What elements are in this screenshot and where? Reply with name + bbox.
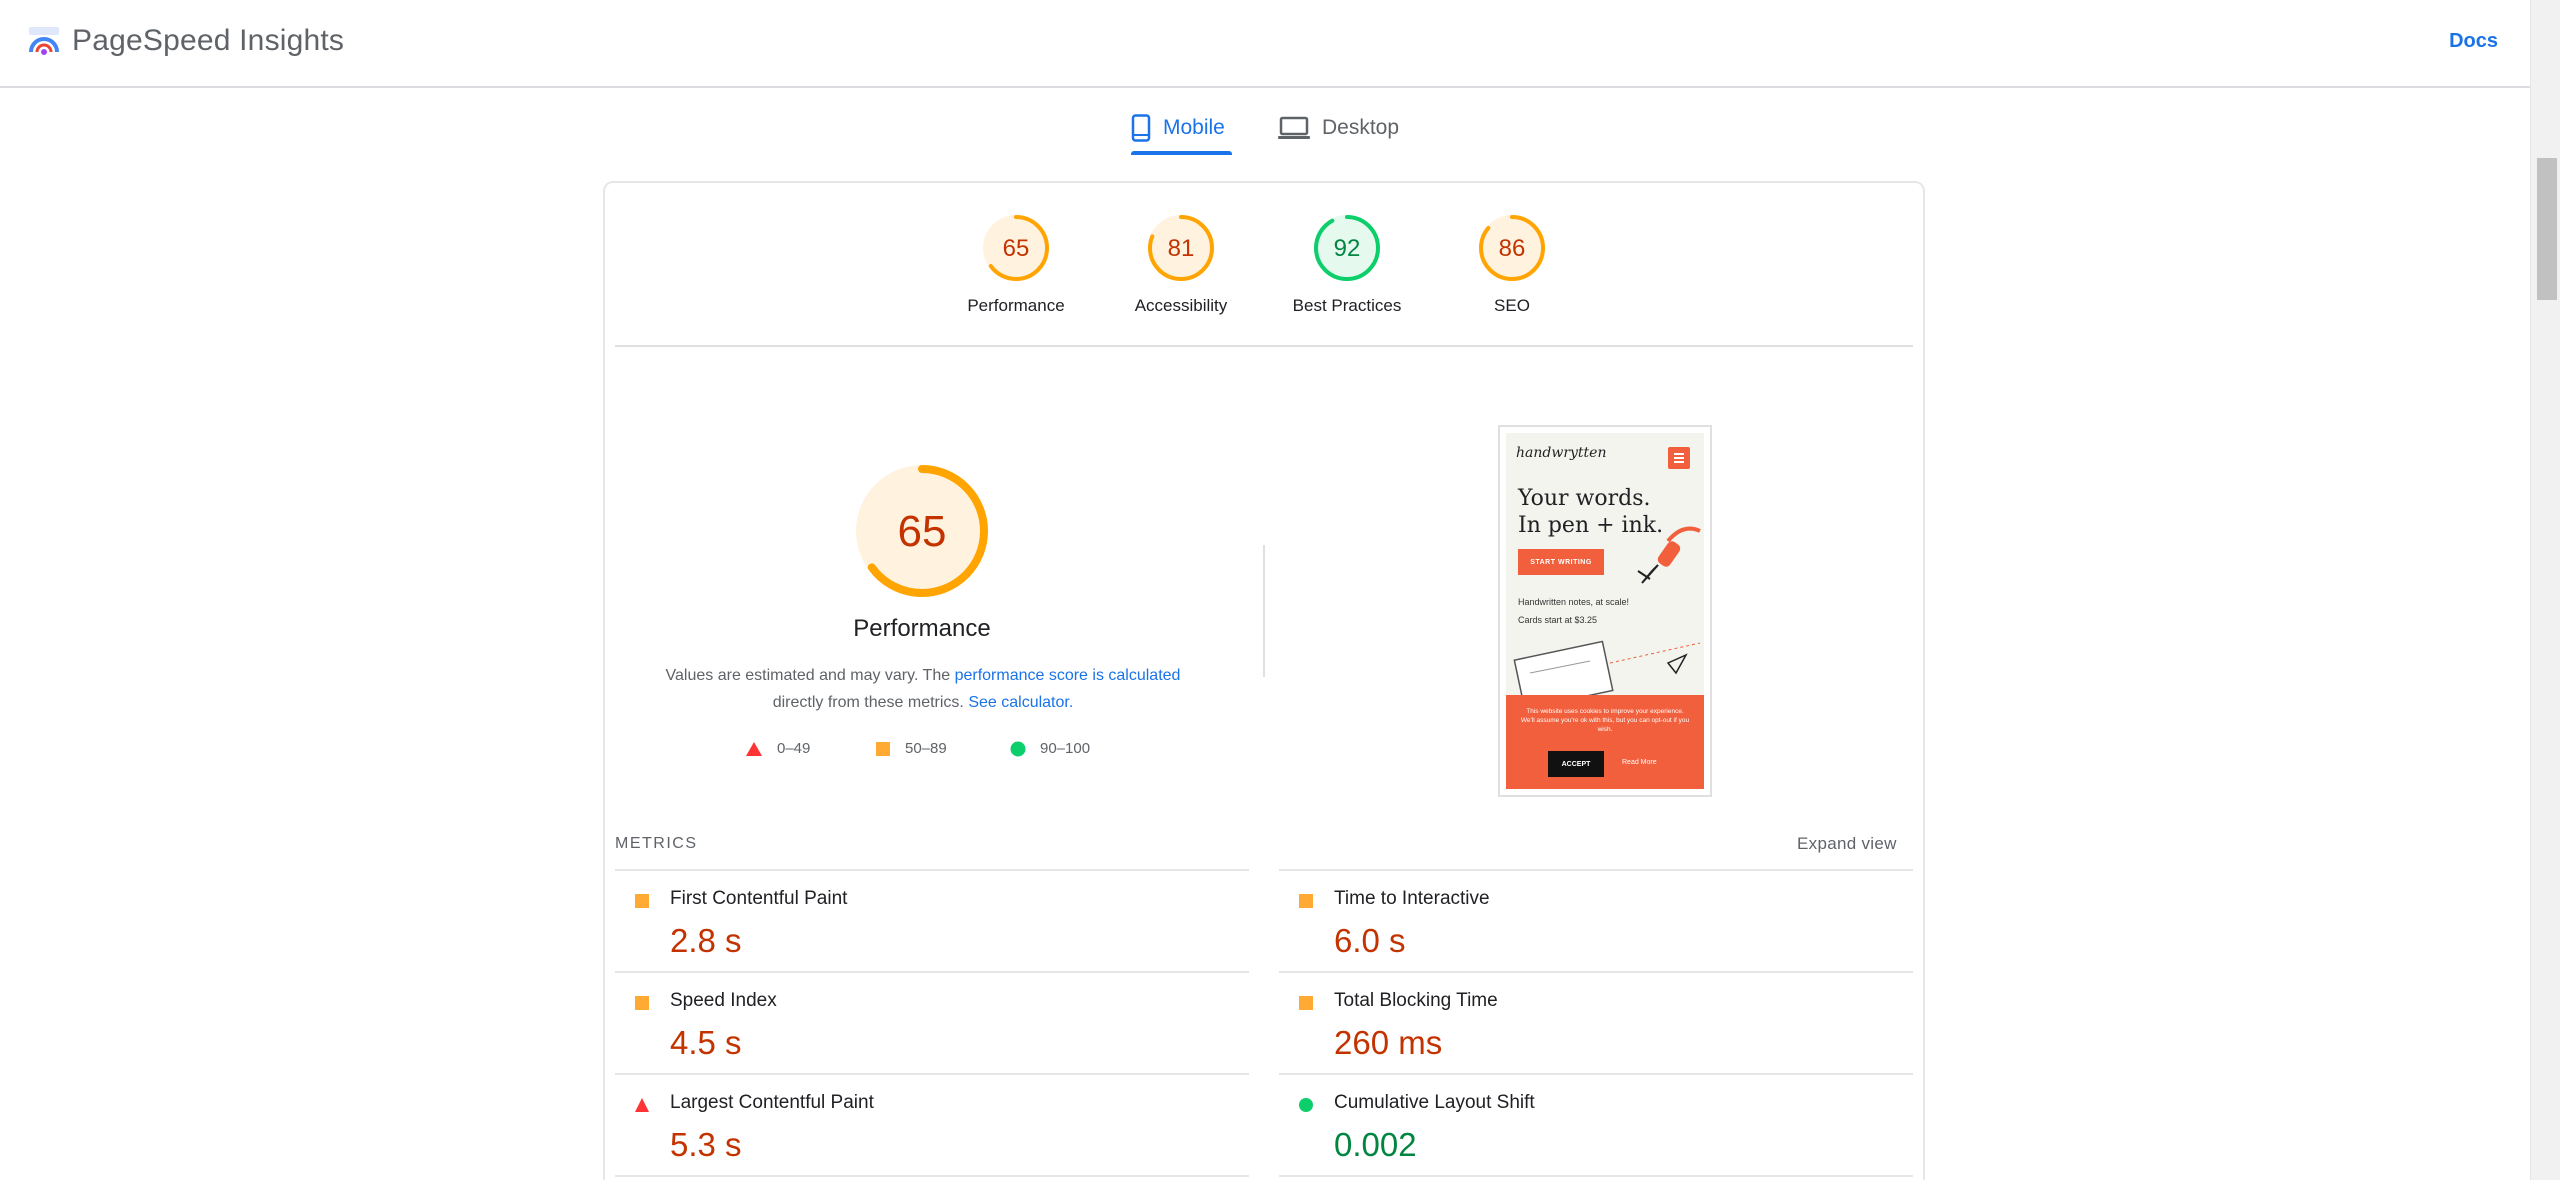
performance-big-gauge: 65 bbox=[856, 465, 988, 597]
screenshot-brand: handwrytten bbox=[1516, 445, 1607, 461]
cookie-read-more: Read More bbox=[1622, 759, 1657, 766]
divider bbox=[615, 1175, 1249, 1177]
gauge-seo[interactable]: 86 SEO bbox=[1427, 212, 1597, 316]
hamburger-menu-icon bbox=[1668, 447, 1690, 469]
metric-label: Total Blocking Time bbox=[1334, 990, 1498, 1011]
metric-value: 2.8 s bbox=[670, 922, 742, 959]
cookie-text: This website uses cookies to improve you… bbox=[1520, 708, 1690, 733]
metric-value: 5.3 s bbox=[670, 1126, 742, 1163]
headline-line: Your words. bbox=[1518, 486, 1651, 511]
gauge-score: 65 bbox=[1003, 235, 1030, 262]
tab-desktop-label: Desktop bbox=[1322, 116, 1400, 139]
metric-value: 260 ms bbox=[1334, 1024, 1443, 1061]
legend-fail: 0–49 bbox=[745, 740, 810, 757]
performance-score: 65 bbox=[898, 507, 947, 556]
score-calculated-link[interactable]: performance score is calculated bbox=[955, 667, 1181, 684]
gauge-performance[interactable]: 65 Performance bbox=[931, 212, 1101, 316]
laptop-icon bbox=[1278, 116, 1310, 139]
score-gauge: 86 bbox=[1479, 215, 1545, 281]
see-calculator-link[interactable]: See calculator. bbox=[968, 694, 1073, 711]
square-icon bbox=[876, 741, 890, 756]
note-text: directly from these metrics. bbox=[772, 694, 969, 711]
divider bbox=[1279, 1175, 1913, 1177]
phone-icon bbox=[1131, 114, 1151, 142]
screenshot-copy: Handwritten notes, at scale! Cards start… bbox=[1518, 593, 1629, 629]
scrollbar-thumb[interactable] bbox=[2537, 158, 2557, 300]
score-legend: 0–49 50–89 90–100 bbox=[745, 740, 1145, 764]
legend-pass: 90–100 bbox=[1010, 740, 1090, 757]
metric-label: Speed Index bbox=[670, 990, 777, 1011]
score-gauge: 92 bbox=[1314, 215, 1380, 281]
vertical-divider bbox=[1263, 545, 1265, 677]
cookie-accept-button: ACCEPT bbox=[1548, 751, 1604, 777]
tab-mobile-label: Mobile bbox=[1163, 116, 1225, 139]
metric-value: 0.002 bbox=[1334, 1126, 1417, 1163]
gauge-best-practices[interactable]: 92 Best Practices bbox=[1262, 212, 1432, 316]
metric-cumulative-layout-shift: Cumulative Layout Shift 0.002 bbox=[1279, 1074, 1879, 1176]
gauge-score: 92 bbox=[1334, 235, 1361, 262]
pen-illustration-icon bbox=[1637, 526, 1701, 584]
gauge-label: SEO bbox=[1494, 296, 1530, 315]
copy-line: Handwritten notes, at scale! bbox=[1518, 597, 1630, 607]
tab-mobile[interactable]: Mobile bbox=[1131, 100, 1225, 156]
metric-value: 4.5 s bbox=[670, 1024, 742, 1061]
average-square-icon bbox=[1299, 996, 1313, 1010]
screenshot-cta: START WRITING bbox=[1518, 549, 1604, 575]
metric-label: Cumulative Layout Shift bbox=[1334, 1092, 1535, 1113]
legend-range: 0–49 bbox=[777, 740, 811, 757]
copy-line: Cards start at $3.25 bbox=[1518, 615, 1598, 625]
expand-view-button[interactable]: Expand view bbox=[1797, 834, 1897, 854]
gauge-label: Performance bbox=[967, 296, 1065, 315]
average-square-icon bbox=[1299, 894, 1313, 908]
metric-largest-contentful-paint: Largest Contentful Paint 5.3 s bbox=[615, 1074, 1215, 1176]
tab-desktop[interactable]: Desktop bbox=[1278, 100, 1399, 156]
note-text: Values are estimated and may vary. The bbox=[665, 667, 955, 684]
scrollbar[interactable] bbox=[2530, 0, 2560, 1180]
screenshot-content: handwrytten Your words. In pen + ink. ST… bbox=[1506, 433, 1704, 789]
cookie-banner: This website uses cookies to improve you… bbox=[1506, 695, 1704, 789]
score-gauge: 81 bbox=[1148, 215, 1214, 281]
gauge-label: Accessibility bbox=[1134, 296, 1228, 315]
average-square-icon bbox=[635, 894, 649, 908]
gauge-score: 86 bbox=[1499, 235, 1526, 262]
top-app-bar: PageSpeed Insights Docs bbox=[0, 0, 2530, 88]
docs-link[interactable]: Docs bbox=[2449, 30, 2498, 53]
app-title[interactable]: PageSpeed Insights bbox=[72, 24, 344, 58]
pass-circle-icon bbox=[1299, 1098, 1313, 1112]
section-divider bbox=[615, 345, 1913, 347]
performance-note: Values are estimated and may vary. The p… bbox=[640, 662, 1206, 716]
legend-average: 50–89 bbox=[875, 740, 947, 757]
score-gauge: 65 bbox=[983, 215, 1049, 281]
active-tab-indicator bbox=[1131, 151, 1232, 155]
metric-label: Largest Contentful Paint bbox=[670, 1092, 874, 1113]
metrics-heading: METRICS bbox=[615, 835, 698, 852]
metric-label: First Contentful Paint bbox=[670, 888, 848, 909]
metric-speed-index: Speed Index 4.5 s bbox=[615, 972, 1215, 1074]
legend-range: 90–100 bbox=[1040, 740, 1091, 757]
card-illustration-icon bbox=[1513, 640, 1700, 697]
circle-icon bbox=[1010, 741, 1026, 756]
average-square-icon bbox=[635, 996, 649, 1010]
fail-triangle-icon bbox=[635, 1098, 649, 1112]
metric-time-to-interactive: Time to Interactive 6.0 s bbox=[1279, 870, 1879, 972]
metric-label: Time to Interactive bbox=[1334, 888, 1490, 909]
metric-total-blocking-time: Total Blocking Time 260 ms bbox=[1279, 972, 1879, 1074]
legend-range: 50–89 bbox=[905, 740, 947, 757]
gauge-accessibility[interactable]: 81 Accessibility bbox=[1096, 212, 1266, 316]
gauge-score: 81 bbox=[1168, 235, 1195, 262]
triangle-icon bbox=[746, 741, 762, 756]
gauge-label: Best Practices bbox=[1292, 296, 1402, 315]
performance-title: Performance bbox=[853, 615, 991, 642]
page-screenshot[interactable]: handwrytten Your words. In pen + ink. ST… bbox=[1498, 425, 1712, 797]
pagespeed-logo-icon bbox=[29, 27, 59, 55]
metric-value: 6.0 s bbox=[1334, 922, 1406, 959]
metric-first-contentful-paint: First Contentful Paint 2.8 s bbox=[615, 870, 1215, 972]
